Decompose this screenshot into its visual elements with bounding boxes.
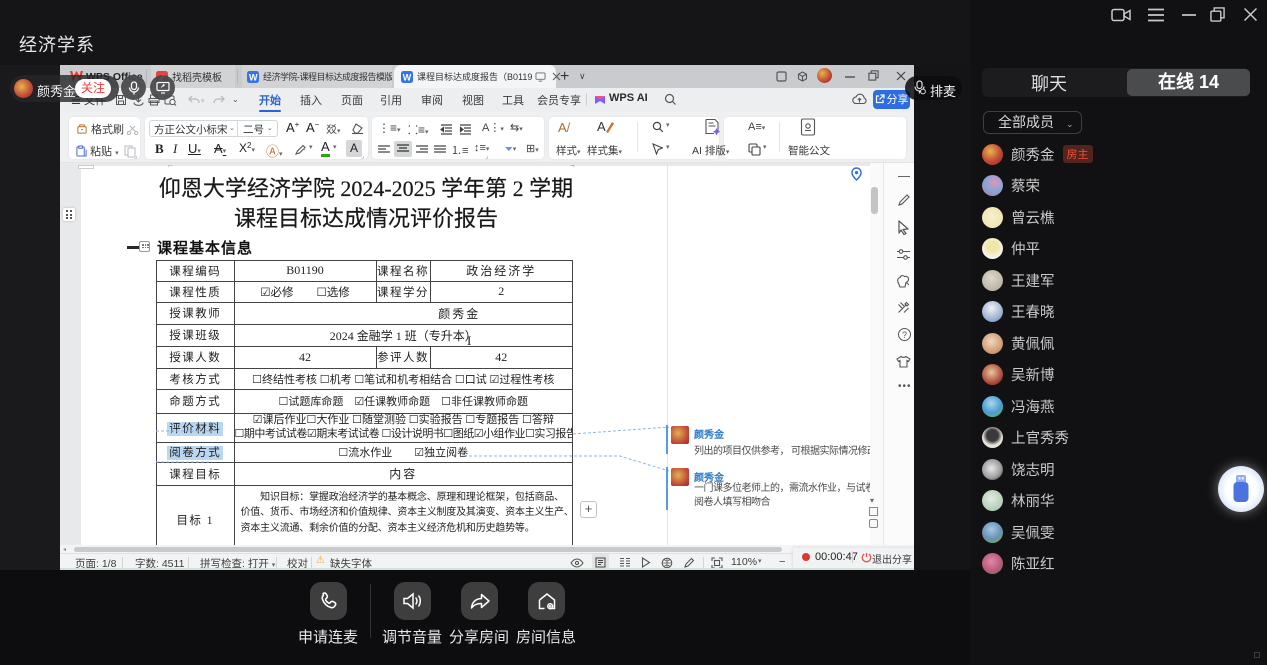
svg-text:W: W (403, 72, 412, 82)
svg-text:W: W (249, 72, 258, 82)
svg-text:A: A (597, 119, 606, 134)
